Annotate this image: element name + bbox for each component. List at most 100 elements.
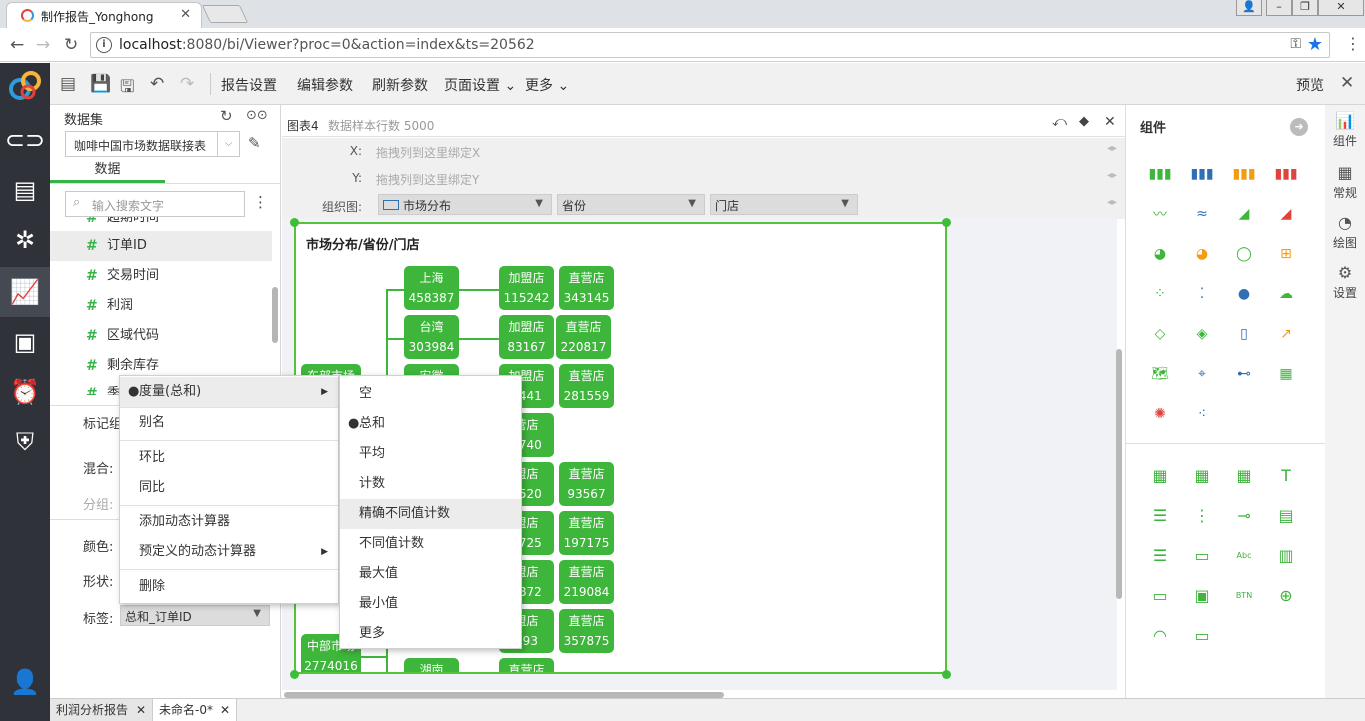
agg-exact-distinct[interactable]: 精确不同值计数 bbox=[340, 499, 521, 529]
input-box-icon[interactable]: ▭ bbox=[1189, 544, 1215, 566]
vertical-scrollbar[interactable] bbox=[1116, 349, 1122, 599]
more-menu[interactable]: 更多 ⌄ bbox=[525, 75, 569, 95]
word-cloud-icon[interactable]: ☁ bbox=[1273, 283, 1299, 305]
agg-sum[interactable]: ● 总和 bbox=[340, 409, 521, 439]
forward-icon[interactable]: → bbox=[36, 35, 50, 55]
text-box-icon[interactable]: T bbox=[1273, 464, 1299, 486]
url-field[interactable]: i localhost:8080/bi/Viewer?proc=0&action… bbox=[90, 32, 1330, 58]
browser-tab-active[interactable]: 制作报告_Yonghong ✕ bbox=[6, 2, 202, 28]
edit-dataset-icon[interactable]: ✎ bbox=[248, 134, 261, 152]
agg-more[interactable]: 更多 bbox=[340, 619, 521, 649]
browser-menu-icon[interactable]: ⋮ bbox=[1345, 34, 1361, 53]
report-settings-button[interactable]: 报告设置 bbox=[221, 75, 277, 95]
calendar-icon[interactable]: ▤ bbox=[1273, 504, 1299, 526]
preview-button[interactable]: 预览 bbox=[1296, 75, 1324, 95]
org-node[interactable]: 直营店 220817 bbox=[556, 315, 611, 359]
field-item[interactable]: # 订单ID bbox=[50, 231, 272, 261]
stacked-bar-icon[interactable]: ▮▮▮ bbox=[1189, 163, 1215, 185]
resize-handle[interactable] bbox=[942, 670, 951, 679]
shield-icon[interactable]: ⛨ bbox=[0, 417, 50, 467]
user-profile-icon[interactable]: 👤 bbox=[0, 657, 50, 707]
stacked-area-icon[interactable]: ◢ bbox=[1273, 203, 1299, 225]
bar-chart-icon[interactable]: ▮▮▮ bbox=[1147, 163, 1173, 185]
list-icon[interactable]: ☰ bbox=[1147, 504, 1173, 526]
org-node[interactable]: 直营店 bbox=[499, 658, 554, 672]
refresh-params-button[interactable]: 刷新参数 bbox=[372, 75, 428, 95]
dataset-link-icon[interactable]: ⊙⊙ bbox=[246, 108, 268, 123]
multi-line-icon[interactable]: ≈ bbox=[1189, 203, 1215, 225]
menu-item-alias[interactable]: 别名 bbox=[120, 408, 338, 438]
org-node[interactable]: 直营店 197175 bbox=[559, 511, 614, 555]
list-icon[interactable]: ▤ bbox=[0, 165, 50, 215]
panel-icon[interactable]: ▭ bbox=[1189, 624, 1215, 646]
pie-chart-icon[interactable]: ◕ bbox=[1147, 243, 1173, 265]
dataset-select[interactable]: 咖啡中国市场数据联接表 ⌵ bbox=[65, 131, 240, 157]
web-icon[interactable]: ⊕ bbox=[1273, 584, 1299, 606]
window-close-icon[interactable]: ✕ bbox=[1318, 0, 1364, 16]
minimize-icon[interactable]: – bbox=[1266, 0, 1292, 16]
boxplot-icon[interactable]: ⊞ bbox=[1273, 243, 1299, 265]
redo-icon[interactable]: ↷ bbox=[180, 74, 194, 94]
org-field-pill[interactable]: 省份 ▼ bbox=[557, 194, 705, 215]
bar-line-icon[interactable]: ▯ bbox=[1231, 323, 1257, 345]
table-icon[interactable]: ▦ bbox=[1147, 464, 1173, 486]
field-search-input[interactable]: ⌕ 输入搜索文字 bbox=[65, 191, 245, 217]
reload-icon[interactable]: ↻ bbox=[64, 35, 78, 55]
crosstab-icon[interactable]: ▦ bbox=[1189, 464, 1215, 486]
donut-chart-icon[interactable]: ◯ bbox=[1231, 243, 1257, 265]
info-icon[interactable]: i bbox=[96, 37, 112, 53]
multi-bar-icon[interactable]: ▮▮▮ bbox=[1273, 163, 1299, 185]
bar-compare-icon[interactable]: ▮▮▮ bbox=[1231, 163, 1257, 185]
eraser-icon[interactable]: ◆ bbox=[1079, 114, 1089, 129]
field-list-menu-icon[interactable]: ⋮ bbox=[253, 193, 268, 211]
area-chart-icon[interactable]: ◢ bbox=[1231, 203, 1257, 225]
gauge-icon[interactable]: ◠ bbox=[1147, 624, 1173, 646]
map-area-icon[interactable]: ◈ bbox=[1189, 323, 1215, 345]
back-icon[interactable]: ← bbox=[10, 35, 24, 55]
org-node[interactable]: 直营店 357875 bbox=[559, 609, 614, 653]
close-chart-icon[interactable]: ✕ bbox=[1104, 114, 1116, 130]
scatter-icon[interactable]: ⁘ bbox=[1147, 283, 1173, 305]
tab-components[interactable]: 📊 组件 bbox=[1325, 111, 1365, 149]
restore-icon[interactable]: ❐ bbox=[1292, 0, 1318, 16]
radar-icon[interactable]: ◇ bbox=[1147, 323, 1173, 345]
org-node[interactable]: 直营店 281559 bbox=[559, 364, 614, 408]
heat-scatter-icon[interactable]: ✺ bbox=[1147, 403, 1173, 425]
edit-params-button[interactable]: 编辑参数 bbox=[297, 75, 353, 95]
menu-item-predefined-calculator[interactable]: 预定义的动态计算器 ▶ bbox=[120, 537, 338, 567]
refresh-icon[interactable]: ↻ bbox=[220, 107, 233, 125]
combo-chart-icon[interactable]: ↗ bbox=[1273, 323, 1299, 345]
line-chart-icon[interactable]: 〰 bbox=[1147, 203, 1173, 225]
bookmark-star-icon[interactable]: ★ bbox=[1307, 34, 1323, 55]
undo-icon[interactable]: ↶ bbox=[150, 74, 164, 94]
menu-item-add-calculator[interactable]: 添加动态计算器 bbox=[120, 507, 338, 537]
resize-handle[interactable] bbox=[942, 218, 951, 227]
x-binding-row[interactable]: X: 拖拽列到这里绑定X ◂▸ bbox=[282, 138, 1125, 165]
rotate-icon[interactable]: ⤺ bbox=[1052, 114, 1067, 130]
org-node[interactable]: 上海 458387 bbox=[404, 266, 459, 310]
button-icon[interactable]: BTN bbox=[1231, 584, 1257, 606]
menu-item-delete[interactable]: 删除 bbox=[120, 572, 338, 602]
close-editor-icon[interactable]: ✕ bbox=[1340, 73, 1354, 93]
label-field-pill[interactable]: 总和_订单ID ▼ bbox=[120, 605, 270, 626]
org-node[interactable]: 加盟店 83167 bbox=[499, 315, 554, 359]
link-icon[interactable]: ⊂⊃ bbox=[0, 115, 50, 165]
field-item[interactable]: # 交易时间 bbox=[50, 261, 272, 291]
save-icon[interactable]: 💾 bbox=[90, 74, 111, 94]
tab-data[interactable]: 数据 bbox=[50, 161, 165, 183]
network-icon[interactable]: ✲ bbox=[0, 215, 50, 265]
tree-icon[interactable]: ⋮ bbox=[1189, 504, 1215, 526]
heatmap-icon[interactable]: ▦ bbox=[1273, 363, 1299, 385]
slider-icon[interactable]: ⊸ bbox=[1231, 504, 1257, 526]
bullet-list-icon[interactable]: ☰ bbox=[1147, 544, 1173, 566]
location-icon[interactable]: ⌖ bbox=[1189, 363, 1215, 385]
y-binding-row[interactable]: Y: 拖拽列到这里绑定Y ◂▸ bbox=[282, 165, 1125, 192]
agg-max[interactable]: 最大值 bbox=[340, 559, 521, 589]
pie-multi-icon[interactable]: ◕ bbox=[1189, 243, 1215, 265]
report-tab[interactable]: 利润分析报告 ✕ bbox=[50, 699, 153, 721]
agg-distinct[interactable]: 不同值计数 bbox=[340, 529, 521, 559]
org-node[interactable]: 加盟店 115242 bbox=[499, 266, 554, 310]
field-item[interactable]: # 利润 bbox=[50, 291, 272, 321]
dot-icon[interactable]: ⁚ bbox=[1189, 283, 1215, 305]
report-tab-active[interactable]: 未命名-0* ✕ bbox=[153, 699, 237, 721]
